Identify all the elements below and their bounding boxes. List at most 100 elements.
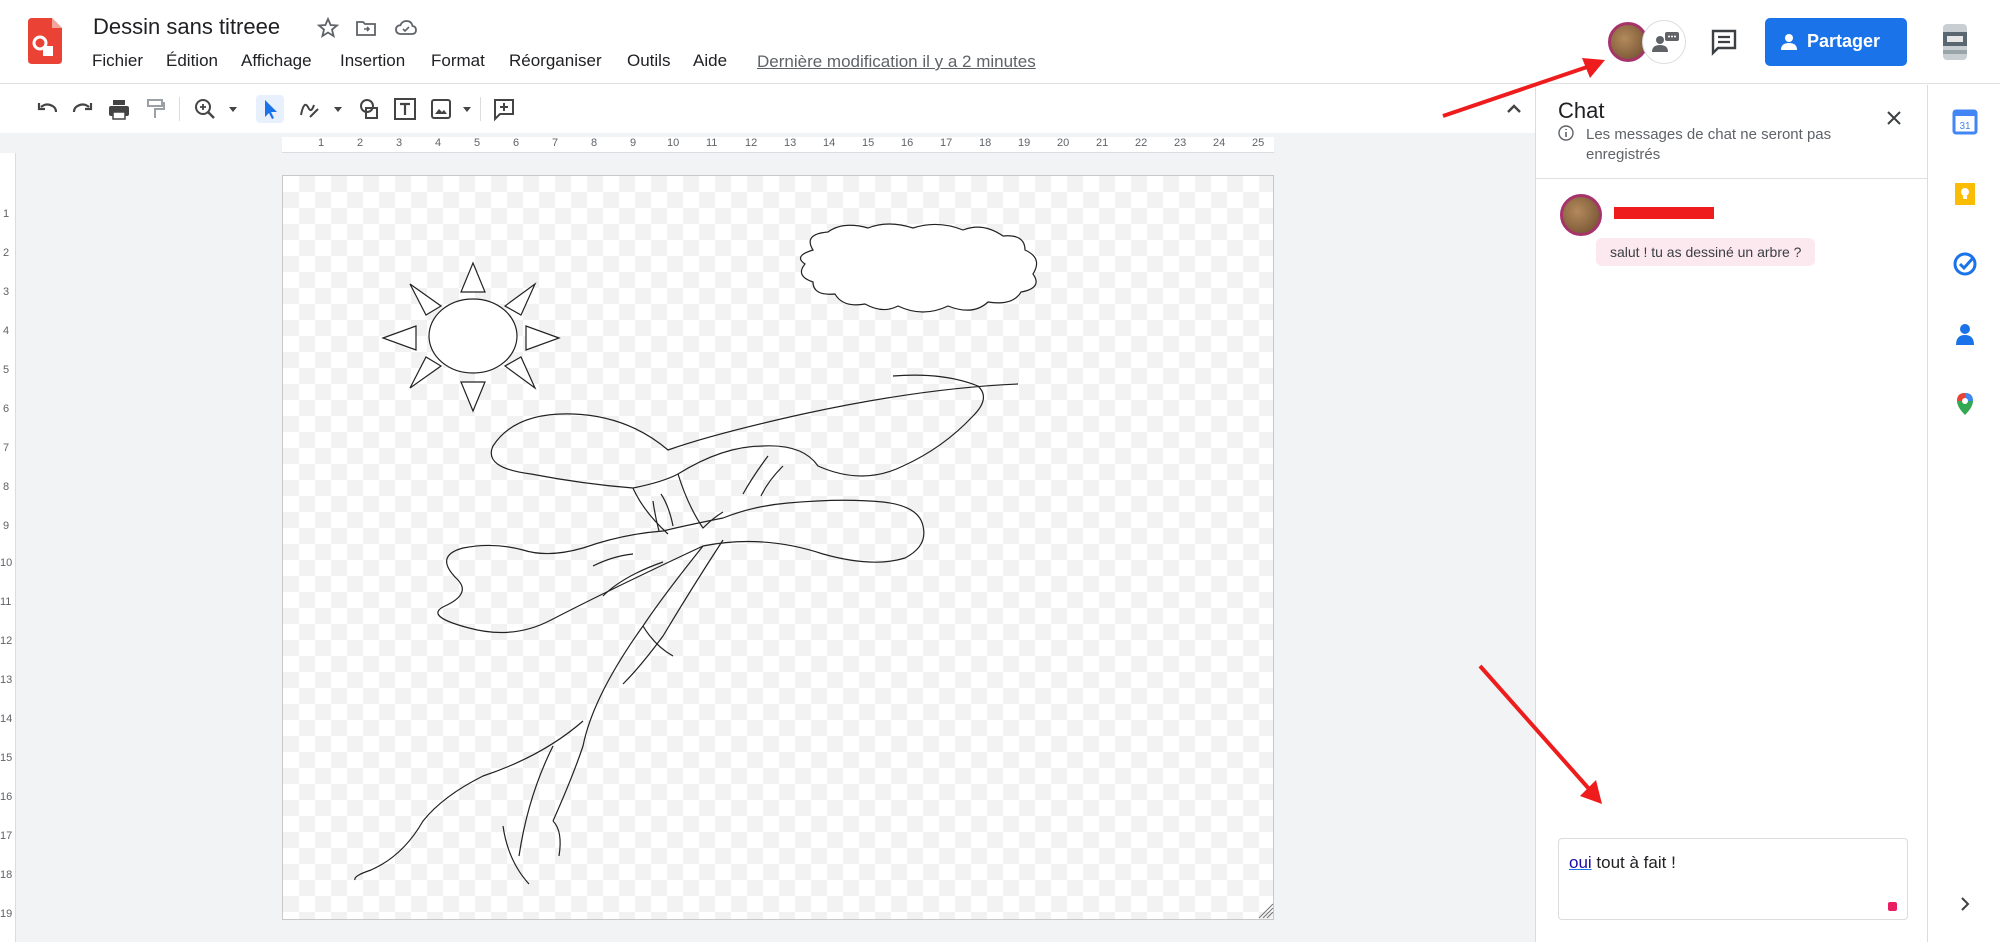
paint-format-icon[interactable]: [141, 95, 169, 123]
select-tool-icon[interactable]: [256, 95, 284, 123]
drawing-canvas[interactable]: [282, 175, 1274, 920]
drawing-artwork: [354, 223, 1274, 919]
ruler-tick-label: 17: [940, 137, 953, 149]
ruler-tick-label: 5: [3, 364, 10, 376]
share-button[interactable]: Partager: [1765, 18, 1907, 66]
expand-icon[interactable]: [1952, 891, 1978, 917]
side-panel: 31: [1927, 85, 2000, 942]
menu-help[interactable]: Aide: [693, 51, 727, 71]
person-add-icon: [1779, 32, 1801, 52]
ruler-tick-label: 25: [1252, 137, 1265, 149]
account-avatar[interactable]: [1935, 20, 1975, 64]
ruler-tick-label: 12: [0, 635, 13, 647]
sun-shape[interactable]: [381, 261, 561, 413]
ruler-tick-label: 11: [0, 596, 12, 608]
ruler-tick-label: 8: [591, 137, 598, 149]
ruler-tick-label: 2: [3, 247, 10, 259]
ruler-tick-label: 1: [318, 137, 325, 149]
ruler-tick-label: 7: [3, 442, 10, 454]
chat-input[interactable]: oui tout à fait !: [1558, 838, 1908, 920]
misspelled-word[interactable]: oui: [1569, 853, 1592, 872]
redacted-sender-name: [1614, 207, 1714, 219]
chat-title: Chat: [1558, 98, 1605, 123]
ruler-tick-label: 2: [357, 137, 364, 149]
vertical-ruler: 1 2 3 4 5 6 7 8 9 10 11 12 13 14 15 16 1…: [0, 153, 16, 942]
toolbar: [0, 85, 1535, 133]
ruler-tick-label: 23: [1174, 137, 1187, 149]
ruler-tick-label: 16: [0, 791, 13, 803]
ruler-tick-label: 21: [1096, 137, 1109, 149]
ruler-tick-label: 22: [1135, 137, 1148, 149]
ruler-tick-label: 9: [630, 137, 637, 149]
keep-icon[interactable]: [1952, 181, 1978, 207]
ruler-tick-label: 15: [0, 752, 13, 764]
print-icon[interactable]: [105, 95, 133, 123]
image-dropdown-icon[interactable]: [453, 95, 471, 123]
ruler-tick-label: 16: [901, 137, 914, 149]
drawings-logo-icon[interactable]: [28, 18, 62, 64]
send-indicator-icon[interactable]: [1888, 902, 1897, 911]
chat-input-rest: tout à fait !: [1591, 853, 1676, 872]
ruler-tick-label: 11: [706, 137, 718, 149]
ruler-tick-label: 3: [3, 286, 10, 298]
cloud-shape[interactable]: [799, 223, 1038, 313]
close-icon[interactable]: [1881, 105, 1907, 131]
menu-view[interactable]: Affichage: [241, 51, 312, 71]
shape-tool-icon[interactable]: [355, 95, 383, 123]
document-title[interactable]: Dessin sans titreee: [93, 14, 280, 40]
chat-divider: [1536, 178, 1928, 179]
menu-edit[interactable]: Édition: [166, 51, 218, 71]
menu-tools[interactable]: Outils: [627, 51, 670, 71]
zoom-dropdown-icon[interactable]: [219, 95, 237, 123]
ruler-tick-label: 6: [3, 403, 10, 415]
line-dropdown-icon[interactable]: [324, 95, 342, 123]
ruler-tick-label: 6: [513, 137, 520, 149]
redo-icon[interactable]: [69, 95, 97, 123]
tree-trunk[interactable]: [354, 455, 784, 885]
zoom-icon[interactable]: [191, 95, 219, 123]
tree-foliage-upper[interactable]: [490, 374, 1019, 489]
menu-arrange[interactable]: Réorganiser: [509, 51, 602, 71]
ruler-tick-label: 8: [3, 481, 10, 493]
maps-icon[interactable]: [1952, 391, 1978, 417]
contacts-icon[interactable]: [1952, 321, 1978, 347]
ruler-tick-label: 18: [0, 869, 13, 881]
collapse-menu-icon[interactable]: [1500, 95, 1528, 123]
ruler-tick-label: 12: [745, 137, 758, 149]
ruler-tick-label: 5: [474, 137, 481, 149]
toolbar-divider: [179, 97, 180, 121]
ruler-tick-label: 24: [1213, 137, 1226, 149]
message-avatar: [1560, 194, 1602, 236]
undo-icon[interactable]: [33, 95, 61, 123]
text-box-icon[interactable]: [391, 95, 419, 123]
insert-comment-icon[interactable]: [490, 95, 518, 123]
chat-input-text[interactable]: oui tout à fait !: [1569, 853, 1676, 873]
menu-format[interactable]: Format: [431, 51, 485, 71]
ruler-tick-label: 10: [667, 137, 680, 149]
chat-notice: Les messages de chat ne seront pas enreg…: [1586, 126, 1832, 163]
tasks-icon[interactable]: [1952, 251, 1978, 277]
calendar-icon[interactable]: 31: [1952, 109, 1978, 135]
svg-text:31: 31: [1959, 121, 1971, 132]
image-icon[interactable]: [427, 95, 455, 123]
app-header: Dessin sans titreee Fichier Édition Affi…: [0, 0, 2000, 84]
comments-icon[interactable]: [1708, 26, 1740, 58]
menu-insert[interactable]: Insertion: [340, 51, 405, 71]
show-chat-button[interactable]: [1642, 20, 1686, 64]
ruler-tick-label: 14: [823, 137, 836, 149]
line-tool-icon[interactable]: [296, 95, 324, 123]
ruler-tick-label: 7: [552, 137, 559, 149]
move-to-folder-icon[interactable]: [354, 16, 378, 40]
last-edit-link[interactable]: Dernière modification il y a 2 minutes: [757, 52, 1036, 72]
cloud-saved-icon: [394, 16, 418, 40]
tree-foliage-lower[interactable]: [437, 499, 925, 634]
ruler-tick-label: 20: [1057, 137, 1070, 149]
ruler-tick-label: 10: [0, 557, 13, 569]
star-icon[interactable]: [316, 16, 340, 40]
ruler-tick-label: 19: [0, 908, 13, 920]
resize-handle-icon[interactable]: [1258, 903, 1274, 919]
ruler-tick-label: 3: [396, 137, 403, 149]
info-icon: [1558, 125, 1574, 141]
ruler-tick-label: 13: [784, 137, 797, 149]
menu-file[interactable]: Fichier: [92, 51, 143, 71]
